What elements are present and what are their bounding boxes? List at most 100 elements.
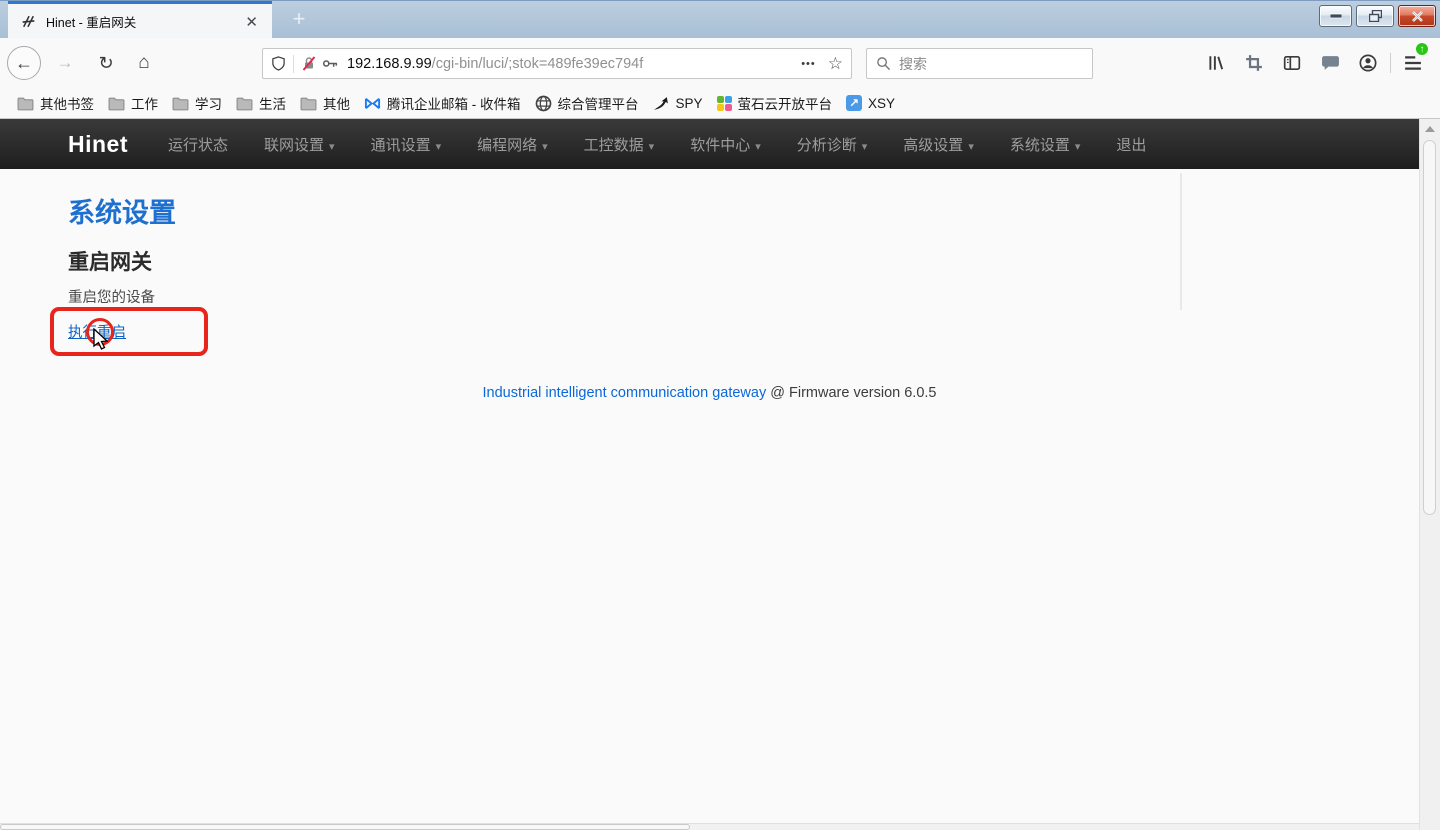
update-badge-icon: ↑ [1415, 42, 1429, 56]
spy-icon [653, 95, 670, 112]
folder-icon [17, 95, 34, 112]
globe-icon [535, 95, 552, 112]
shield-icon[interactable] [271, 55, 286, 72]
close-button[interactable] [1398, 5, 1436, 27]
url-bar[interactable]: 192.168.9.99/cgi-bin/luci/;stok=489fe39e… [262, 48, 852, 79]
nav-item-industrial-data[interactable]: 工控数据 [570, 119, 669, 170]
nav-item-status[interactable]: 运行状态 [154, 119, 242, 170]
bookmark-other[interactable]: 其他 [293, 90, 357, 116]
xsy-icon: ↗ [846, 95, 862, 111]
sidebar-button[interactable] [1273, 46, 1311, 80]
scroll-up-arrow-icon[interactable] [1425, 126, 1435, 132]
menu-button[interactable]: ↑ [1394, 46, 1432, 80]
tab-title: Hinet - 重启网关 [46, 12, 239, 31]
nav-item-software-center[interactable]: 软件中心 [676, 119, 775, 170]
sidebar-icon [1283, 54, 1301, 72]
ezviz-icon [717, 96, 732, 111]
library-icon [1207, 54, 1225, 72]
bookmark-label: 生活 [259, 93, 286, 113]
home-button[interactable]: ⌂ [127, 46, 161, 80]
bookmark-label: 其他 [323, 93, 350, 113]
minimize-button[interactable] [1319, 5, 1352, 27]
account-icon [1359, 54, 1377, 72]
bookmark-ezviz-platform[interactable]: 萤石云开放平台 [710, 90, 840, 116]
new-tab-button[interactable]: + [284, 5, 314, 35]
nav-item-advanced-settings[interactable]: 高级设置 [889, 119, 988, 170]
restore-icon [1369, 10, 1382, 22]
urlbar-divider [293, 55, 294, 73]
reload-button[interactable]: ↻ [89, 46, 123, 80]
bookmark-label: XSY [868, 96, 895, 111]
toolbar-icons: ↑ [1197, 46, 1432, 80]
bookmark-label: SPY [676, 96, 703, 111]
folder-icon [236, 95, 253, 112]
page-title: 重启网关 [68, 246, 152, 276]
bookmark-management-platform[interactable]: 综合管理平台 [528, 90, 646, 116]
forward-button[interactable]: → [48, 46, 82, 80]
nav-item-logout[interactable]: 退出 [1102, 119, 1160, 170]
restore-button[interactable] [1356, 5, 1394, 27]
bookmark-other-bookmarks[interactable]: 其他书签 [10, 90, 101, 116]
search-icon [876, 56, 891, 71]
exmail-icon [364, 95, 381, 112]
search-input[interactable] [899, 56, 1083, 72]
page-actions-icon[interactable]: ••• [801, 58, 816, 70]
bookmarks-bar: 其他书签 工作 学习 生活 其他 腾讯企业邮箱 - 收件箱 [0, 88, 1440, 118]
bookmark-xsy[interactable]: ↗ XSY [839, 92, 902, 114]
nav-item-analysis-diagnosis[interactable]: 分析诊断 [783, 119, 882, 170]
vertical-scrollbar-thumb[interactable] [1423, 140, 1436, 515]
toolbar-divider [1390, 53, 1391, 73]
library-button[interactable] [1197, 46, 1235, 80]
bookmark-study[interactable]: 学习 [165, 90, 229, 116]
content-divider [1180, 173, 1182, 310]
window-controls [1319, 5, 1436, 27]
close-icon [1411, 11, 1424, 22]
bookmark-tencent-exmail[interactable]: 腾讯企业邮箱 - 收件箱 [357, 90, 528, 116]
bookmark-spy[interactable]: SPY [646, 92, 710, 115]
page-footer: Industrial intelligent communication gat… [0, 385, 1419, 401]
key-icon[interactable] [322, 55, 339, 72]
bookmark-work[interactable]: 工作 [101, 90, 165, 116]
folder-icon [300, 95, 317, 112]
bookmark-life[interactable]: 生活 [229, 90, 293, 116]
bookmark-label: 工作 [131, 93, 158, 113]
bookmark-star-icon[interactable]: ☆ [828, 54, 843, 74]
chat-bubble-icon [1321, 55, 1340, 72]
site-navbar: Hinet 运行状态 联网设置 通讯设置 编程网络 工控数据 软件中心 分析诊断… [0, 119, 1419, 169]
site-brand[interactable]: Hinet [68, 131, 128, 158]
url-domain: 192.168.9.99 [347, 56, 432, 72]
horizontal-scrollbar[interactable] [0, 823, 1419, 830]
bookmark-label: 萤石云开放平台 [738, 93, 833, 113]
page-content: Hinet 运行状态 联网设置 通讯设置 编程网络 工控数据 软件中心 分析诊断… [0, 119, 1419, 830]
nav-item-comm-setup[interactable]: 通讯设置 [357, 119, 456, 170]
vertical-scrollbar[interactable] [1419, 119, 1440, 830]
minimize-icon [1330, 13, 1342, 19]
nav-item-network-setup[interactable]: 联网设置 [250, 119, 349, 170]
back-button[interactable]: ← [7, 46, 41, 80]
browser-chrome: ← → ↻ ⌂ 192.168.9.99/cgi-bin/luci/;stok=… [0, 38, 1440, 119]
tab-close-icon[interactable]: ✕ [239, 11, 264, 33]
page-description: 重启您的设备 [68, 286, 155, 307]
browser-tab[interactable]: Hinet - 重启网关 ✕ [8, 1, 272, 39]
crop-icon [1245, 54, 1263, 72]
footer-gateway-link[interactable]: Industrial intelligent communication gat… [483, 385, 767, 401]
horizontal-scrollbar-thumb[interactable] [0, 824, 690, 830]
hamburger-icon [1404, 55, 1422, 71]
search-bar[interactable] [866, 48, 1093, 79]
title-bar: Hinet - 重启网关 ✕ + [0, 0, 1440, 38]
footer-version-text: @ Firmware version 6.0.5 [766, 385, 936, 401]
section-title: 系统设置 [68, 191, 176, 230]
chat-button[interactable] [1311, 46, 1349, 80]
navigation-toolbar: ← → ↻ ⌂ 192.168.9.99/cgi-bin/luci/;stok=… [0, 38, 1440, 88]
account-button[interactable] [1349, 46, 1387, 80]
nav-item-system-settings[interactable]: 系统设置 [996, 119, 1095, 170]
insecure-lock-icon[interactable] [301, 55, 317, 72]
url-text[interactable]: 192.168.9.99/cgi-bin/luci/;stok=489fe39e… [347, 56, 801, 72]
bookmark-label: 其他书签 [40, 93, 94, 113]
folder-icon [172, 95, 189, 112]
screenshot-button[interactable] [1235, 46, 1273, 80]
folder-icon [108, 95, 125, 112]
hinet-favicon-icon [20, 13, 37, 30]
nav-item-programming-network[interactable]: 编程网络 [463, 119, 562, 170]
mouse-cursor-icon [92, 328, 111, 352]
